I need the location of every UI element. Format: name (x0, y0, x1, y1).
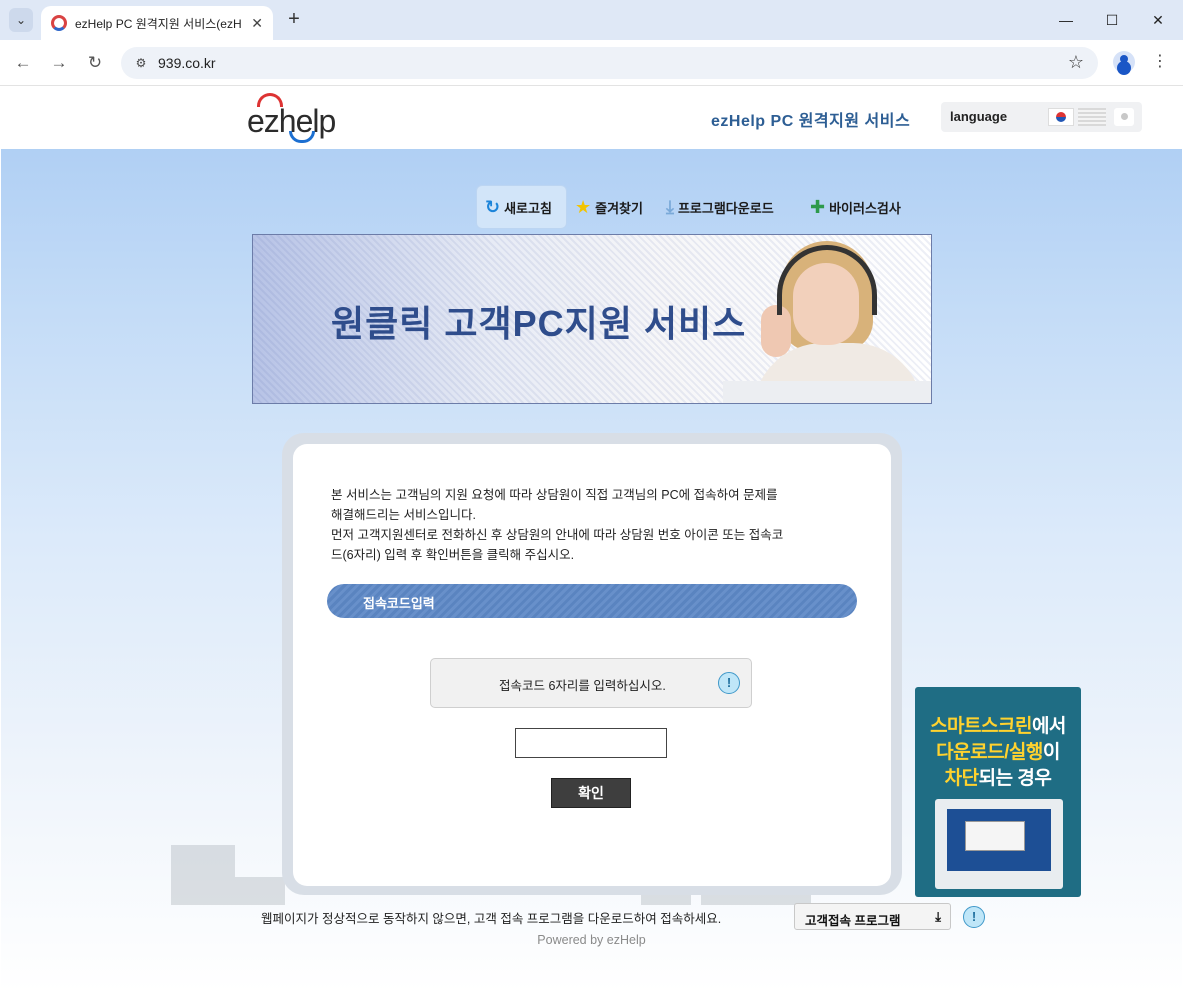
ad-line-1: 스마트스크린에서 (915, 711, 1081, 738)
description-line: 먼저 고객지원센터로 전화하신 후 상담원의 안내에 따라 상담원 번호 아이콘… (331, 528, 784, 542)
access-code-input[interactable] (515, 728, 667, 758)
star-icon: ★ (575, 196, 592, 217)
tab-search-chevron-down-icon[interactable]: ⌄ (9, 8, 33, 32)
virus-scan-label: 바이러스검사 (829, 200, 901, 216)
description-line: 본 서비스는 고객님의 지원 요청에 따라 상담원이 직접 고객님의 PC에 접… (331, 488, 778, 502)
smartscreen-guide-ad[interactable]: 스마트스크린에서 다운로드/실행이 차단되는 경우 (915, 687, 1081, 897)
code-section-header: 접속코드입력 (327, 584, 857, 618)
banner-title: 원클릭 고객PC지원 서비스 (331, 303, 747, 344)
language-label: language (950, 109, 1008, 124)
ad-line-3: 차단되는 경우 (915, 763, 1081, 790)
language-extra-dot-icon[interactable] (1114, 108, 1134, 126)
ezhelp-logo[interactable]: ezhelp (247, 93, 347, 145)
page-viewport: ezhelp ezHelp PC 원격지원 서비스 language ↻ 새로고… (1, 87, 1182, 992)
description-line: 해결해드리는 서비스입니다. (331, 508, 476, 522)
new-tab-button[interactable]: + (283, 8, 305, 30)
url-text[interactable]: 939.co.kr (158, 55, 216, 71)
support-agent-image (723, 235, 931, 403)
syringe-icon: ✚ (810, 196, 826, 217)
ad-line-3-rest: 되는 경우 (978, 768, 1052, 789)
korean-flag-icon[interactable] (1048, 108, 1074, 126)
language-selector: language (941, 102, 1142, 132)
download-icon: ⤓ (666, 196, 674, 217)
us-flag-icon[interactable] (1078, 108, 1106, 126)
service-title: ezHelp PC 원격지원 서비스 (711, 113, 911, 130)
profile-avatar-icon[interactable] (1113, 51, 1135, 73)
code-section-label: 접속코드입력 (363, 596, 435, 611)
ad-line-1-highlight: 스마트스크린 (930, 716, 1032, 737)
info-icon[interactable]: ! (718, 672, 740, 694)
ad-line-2-highlight: 다운로드/실행 (936, 742, 1043, 763)
program-download-button[interactable]: ⤓ 프로그램다운로드 (666, 185, 774, 229)
ad-line-1-rest: 에서 (1031, 716, 1066, 737)
browser-tab-strip: ⌄ ezHelp PC 원격지원 서비스(ezH ✕ + — ☐ ✕ (0, 0, 1183, 40)
service-description: 본 서비스는 고객님의 지원 요청에 따라 상담원이 직접 고객님의 PC에 접… (331, 485, 861, 565)
site-header: ezhelp ezHelp PC 원격지원 서비스 language (1, 87, 1182, 149)
ezhelp-favicon-icon (51, 15, 67, 31)
browser-tab[interactable]: ezHelp PC 원격지원 서비스(ezH ✕ (41, 6, 273, 40)
maximize-button[interactable]: ☐ (1089, 0, 1135, 40)
refresh-button[interactable]: ↻ 새로고침 (476, 185, 567, 229)
ad-line-2: 다운로드/실행이 (915, 737, 1081, 764)
ad-line-3-highlight: 차단 (944, 768, 979, 789)
service-banner: 원클릭 고객PC지원 서비스 (252, 234, 932, 404)
monitor-illustration (935, 799, 1063, 889)
virus-scan-button[interactable]: ✚ 바이러스검사 (810, 185, 901, 229)
download-icon: ⤓ (935, 909, 941, 924)
warning-dialog-illustration (965, 821, 1025, 851)
footer-message: 웹페이지가 정상적으로 동작하지 않으면, 고객 접속 프로그램을 다운로드하여… (261, 912, 722, 926)
favorites-button[interactable]: ★ 즐겨찾기 (575, 185, 643, 229)
laptop-shape (723, 381, 931, 403)
back-button[interactable]: ← (11, 51, 35, 75)
ad-line-2-rest: 이 (1042, 742, 1060, 763)
building-silhouette (235, 877, 285, 905)
code-notice-text: 접속코드 6자리를 입력하십시오. (499, 679, 666, 693)
code-notice-box: 접속코드 6자리를 입력하십시오. ! (430, 658, 752, 708)
window-close-button[interactable]: ✕ (1135, 0, 1181, 40)
footer-info-icon[interactable]: ! (963, 906, 985, 928)
building-silhouette (171, 845, 235, 905)
favorites-label: 즐겨찾기 (595, 200, 643, 216)
browser-toolbar: ← → ↻ ⚙ 939.co.kr ☆ (0, 40, 1183, 86)
client-program-download-label: 고객접속 프로그램 (805, 914, 901, 928)
reload-button[interactable]: ↻ (83, 51, 107, 75)
browser-menu-kebab-icon[interactable]: ⋮ (1152, 51, 1168, 73)
site-info-tune-icon[interactable]: ⚙ (133, 55, 149, 71)
tab-title: ezHelp PC 원격지원 서비스(ezH (75, 16, 242, 31)
client-program-download-button[interactable]: 고객접속 프로그램 ⤓ (794, 903, 951, 930)
logo-arc-blue (289, 131, 315, 143)
refresh-label: 새로고침 (504, 200, 552, 216)
description-line: 드(6자리) 입력 후 확인버튼을 클릭해 주십시오. (331, 548, 575, 562)
bookmark-star-icon[interactable]: ☆ (1068, 52, 1084, 73)
tab-close-icon[interactable]: ✕ (251, 15, 263, 32)
program-download-label: 프로그램다운로드 (677, 200, 774, 216)
minimize-button[interactable]: — (1043, 0, 1089, 40)
address-bar[interactable]: ⚙ 939.co.kr ☆ (121, 47, 1098, 79)
refresh-icon: ↻ (485, 196, 501, 217)
forward-button[interactable]: → (47, 51, 71, 75)
confirm-button[interactable]: 확인 (551, 778, 631, 808)
powered-by: Powered by ezHelp (537, 933, 646, 947)
